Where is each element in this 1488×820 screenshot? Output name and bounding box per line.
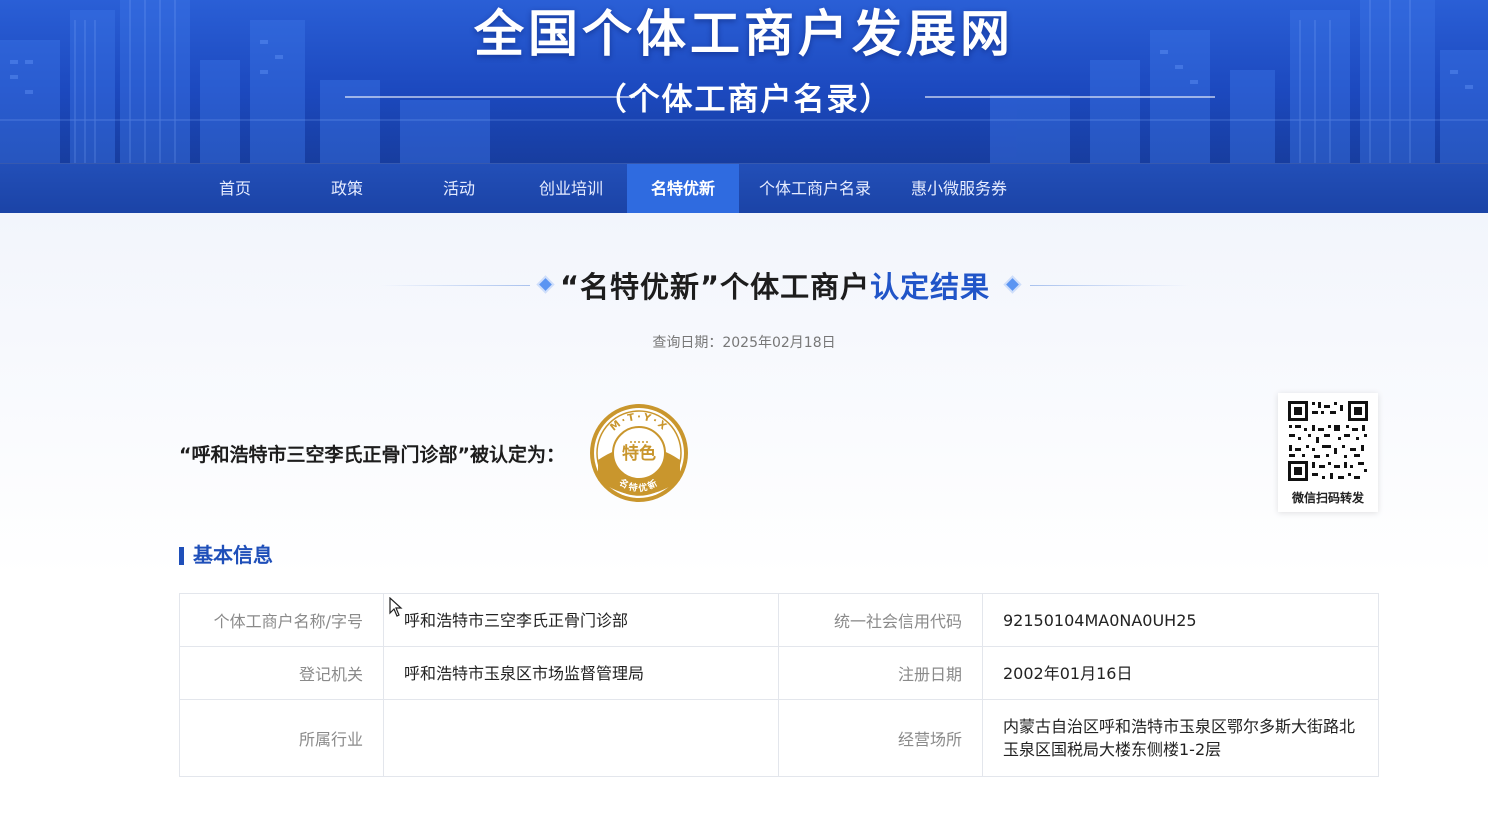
- qr-code-icon: [1286, 399, 1370, 483]
- query-date: 查询日期：2025年02月18日: [652, 335, 836, 351]
- recognized-statement: “呼和浩特市三空李氏正骨门诊部”被认定为：: [179, 444, 565, 466]
- value-business-name: 呼和浩特市三空李氏正骨门诊部: [383, 593, 779, 647]
- label-business-name: 个体工商户名称/字号: [179, 593, 384, 647]
- nav-item-training[interactable]: 创业培训: [515, 164, 627, 214]
- qr-share-card[interactable]: 微信扫码转发: [1278, 393, 1378, 512]
- mouse-cursor-icon: [389, 597, 403, 617]
- label-business-address: 经营场所: [778, 699, 983, 777]
- nav-item-directory[interactable]: 个体工商户名录: [739, 164, 891, 214]
- nav-item-activity[interactable]: 活动: [403, 164, 515, 214]
- subtitle-divider-right: [925, 96, 1215, 98]
- label-credit-code: 统一社会信用代码: [778, 593, 983, 647]
- main-nav: 首页 政策 活动 创业培训 名特优新 个体工商户名录 惠小微服务券: [0, 163, 1488, 214]
- nav-item-mtyx[interactable]: 名特优新: [627, 164, 739, 214]
- value-industry: [383, 699, 779, 777]
- section-marker: [179, 547, 184, 565]
- site-subtitle: （个体工商户名录）: [595, 82, 893, 118]
- title-deco-line-left: [380, 285, 530, 286]
- result-title-main: “名特优新”个体工商户: [560, 270, 871, 304]
- nav-item-vouchers[interactable]: 惠小微服务券: [891, 164, 1027, 214]
- label-registration-date: 注册日期: [778, 646, 983, 700]
- value-registration-date: 2002年01月16日: [982, 646, 1379, 700]
- result-title: “名特优新”个体工商户认定结果: [560, 264, 990, 306]
- header-banner: 全国个体工商户发展网 （个体工商户名录）: [0, 0, 1488, 163]
- table-row: 登记机关 呼和浩特市玉泉区市场监督管理局 注册日期 2002年01月16日: [179, 646, 1379, 700]
- section-title-text: 基本信息: [193, 543, 273, 567]
- label-registration-authority: 登记机关: [179, 646, 384, 700]
- value-business-address: 内蒙古自治区呼和浩特市玉泉区鄂尔多斯大街路北玉泉区国税局大楼东侧楼1-2层: [982, 699, 1379, 777]
- nav-item-home[interactable]: 首页: [179, 164, 291, 214]
- basic-info-table: 个体工商户名称/字号 呼和浩特市三空李氏正骨门诊部 统一社会信用代码 92150…: [179, 593, 1379, 777]
- table-row: 个体工商户名称/字号 呼和浩特市三空李氏正骨门诊部 统一社会信用代码 92150…: [179, 593, 1379, 647]
- qr-caption: 微信扫码转发: [1291, 491, 1364, 505]
- table-row: 所属行业 经营场所 内蒙古自治区呼和浩特市玉泉区鄂尔多斯大街路北玉泉区国税局大楼…: [179, 699, 1379, 777]
- value-registration-authority: 呼和浩特市玉泉区市场监督管理局: [383, 646, 779, 700]
- result-title-highlight: 认定结果: [870, 270, 991, 304]
- mtyx-tese-badge-icon: M·T·Y·X 特色 名特优新: [590, 404, 688, 502]
- label-industry: 所属行业: [179, 699, 384, 777]
- value-credit-code: 92150104MA0NA0UH25: [982, 593, 1379, 647]
- section-title-basic-info: 基本信息: [179, 543, 273, 567]
- title-deco-line-right: [1030, 285, 1190, 286]
- site-title: 全国个体工商户发展网: [474, 5, 1014, 63]
- nav-item-policy[interactable]: 政策: [291, 164, 403, 214]
- badge-center-text: 特色: [622, 443, 656, 464]
